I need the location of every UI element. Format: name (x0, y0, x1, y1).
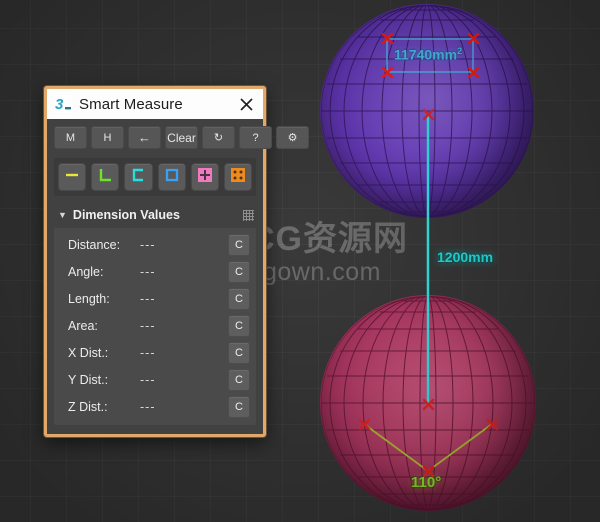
mode-distance-button[interactable] (58, 163, 87, 191)
distance-label: Distance: (68, 237, 121, 252)
3dsmax-logo-icon: 3 (54, 95, 72, 113)
mode-area-button[interactable] (157, 163, 186, 191)
sphere-crimson-wireframe (320, 295, 536, 511)
sphere-purple-wireframe (320, 4, 534, 218)
sphere-purple[interactable] (320, 4, 534, 218)
angle-value: --- (140, 264, 156, 279)
length-label: Length: (68, 291, 110, 306)
area-label: Area: (68, 318, 98, 333)
mode-angle-button[interactable] (91, 163, 120, 191)
table-row: Distance: --- C (54, 231, 256, 258)
back-button[interactable]: ← (128, 126, 161, 149)
perimeter-c-icon (129, 166, 147, 189)
copy-z-dist-button[interactable]: C (228, 395, 250, 418)
square-outline-icon (163, 166, 181, 189)
copy-area-button[interactable]: C (228, 314, 250, 337)
measure-mode-bar (54, 158, 256, 196)
sphere-crimson[interactable] (320, 295, 536, 511)
copy-x-dist-button[interactable]: C (228, 341, 250, 364)
table-row: Area: --- C (54, 312, 256, 339)
chevron-down-icon[interactable]: ▼ (58, 210, 67, 220)
angle-label: Angle: (68, 264, 104, 279)
mode-length-button[interactable] (124, 163, 153, 191)
table-row: X Dist.: --- C (54, 339, 256, 366)
y-dist-value: --- (140, 372, 156, 387)
length-value: --- (140, 291, 156, 306)
panel-toolbar: M H ← Clear ↻ ? ⚙ (54, 126, 309, 149)
help-button[interactable]: ? (239, 126, 272, 149)
angle-l-icon (96, 166, 114, 189)
svg-text:3: 3 (55, 96, 64, 113)
copy-y-dist-button[interactable]: C (228, 368, 250, 391)
copy-distance-button[interactable]: C (228, 233, 250, 256)
watermark-en: cgown.com (250, 258, 381, 286)
distance-value: --- (140, 237, 156, 252)
refresh-button[interactable]: ↻ (202, 126, 235, 149)
clear-button[interactable]: Clear (165, 126, 198, 149)
copy-angle-button[interactable]: C (228, 260, 250, 283)
copy-length-button[interactable]: C (228, 287, 250, 310)
dimension-values-rollout-header[interactable]: ▼ Dimension Values (54, 205, 256, 228)
watermark-text: CG资源网 cgown.com (250, 222, 408, 285)
z-dist-value: --- (140, 399, 156, 414)
smart-measure-panel[interactable]: 3 Smart Measure M H ← Clear ↻ ? ⚙ ▼ Dime… (44, 86, 309, 437)
hide-button[interactable]: H (91, 126, 124, 149)
close-icon[interactable] (235, 93, 257, 115)
crosshair-square-icon (196, 166, 214, 189)
settings-button[interactable]: ⚙ (276, 126, 309, 149)
distance-measure-label: 1200mm (437, 249, 494, 265)
x-dist-value: --- (140, 345, 156, 360)
mirror-button[interactable]: M (54, 126, 87, 149)
table-row: Y Dist.: --- C (54, 366, 256, 393)
dotted-square-icon (229, 166, 247, 189)
panel-body: M H ← Clear ↻ ? ⚙ ▼ Dimension Values Dis… (47, 119, 309, 434)
z-dist-label: Z Dist.: (68, 399, 108, 414)
y-dist-label: Y Dist.: (68, 372, 109, 387)
watermark-cn: CG资源网 (250, 220, 408, 258)
x-dist-label: X Dist.: (68, 345, 109, 360)
dimension-values-list: Distance: --- C Angle: --- C Length: ---… (54, 228, 256, 425)
table-row: Z Dist.: --- C (54, 393, 256, 420)
area-value: --- (140, 318, 156, 333)
mode-multi-button[interactable] (223, 163, 253, 191)
table-row: Length: --- C (54, 285, 256, 312)
app-window: 11740mm2 1200mm 110° CG资源网 cgown.com 3 S… (0, 0, 600, 522)
rollout-title: Dimension Values (72, 208, 180, 222)
dash-icon (63, 166, 81, 189)
panel-title: Smart Measure (79, 95, 183, 113)
panel-titlebar[interactable]: 3 Smart Measure (47, 89, 263, 119)
grip-dots-icon[interactable] (243, 209, 254, 221)
mode-point-button[interactable] (190, 163, 219, 191)
table-row: Angle: --- C (54, 258, 256, 285)
